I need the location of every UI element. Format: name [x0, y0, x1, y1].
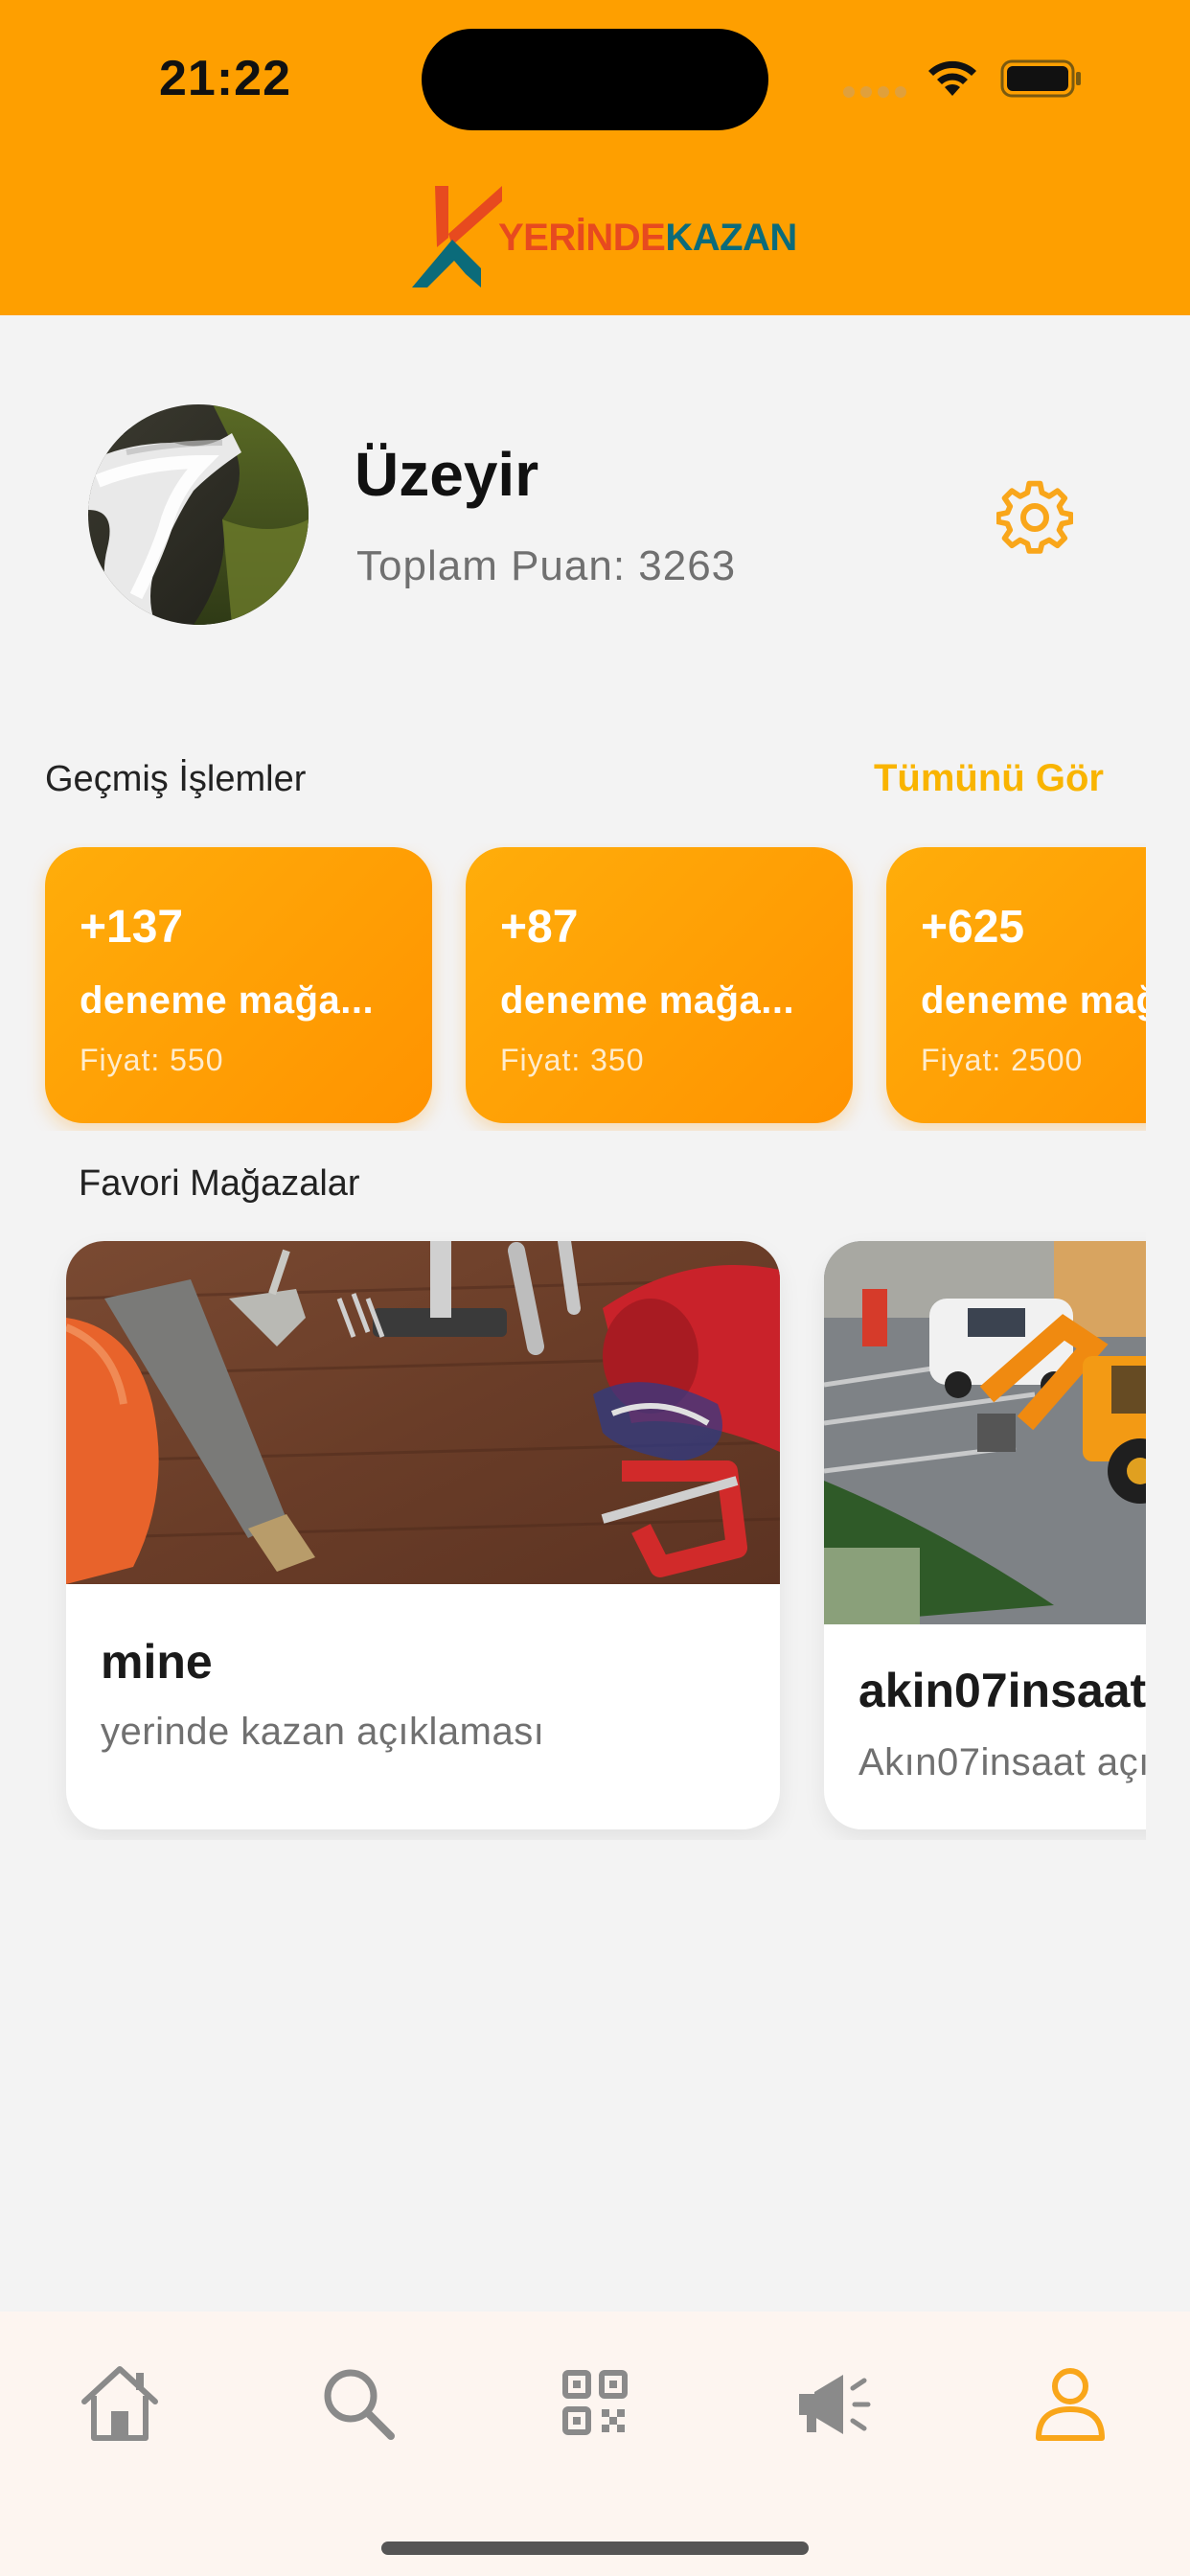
- avatar-image: [88, 404, 309, 625]
- history-price: Fiyat: 2500: [921, 1043, 1084, 1077]
- store-name: mine: [101, 1635, 213, 1689]
- history-card[interactable]: +137 deneme mağa... Fiyat: 550: [45, 847, 432, 1123]
- store-image: [824, 1241, 1146, 1624]
- brand-name-part2: KAZAN: [665, 217, 797, 259]
- see-all-link[interactable]: Tümünü Gör: [874, 757, 1104, 800]
- wifi-icon: [928, 60, 976, 96]
- settings-gear-icon[interactable]: [996, 479, 1073, 556]
- profile-name: Üzeyir: [355, 440, 539, 509]
- megaphone-icon[interactable]: [790, 2359, 876, 2446]
- history-card[interactable]: +87 deneme mağa... Fiyat: 350: [466, 847, 853, 1123]
- store-image: [66, 1241, 780, 1584]
- store-card[interactable]: mine yerinde kazan açıklaması: [66, 1241, 780, 1829]
- status-icons: [843, 56, 1092, 102]
- history-points: +87: [500, 902, 579, 953]
- avatar[interactable]: [88, 404, 309, 625]
- brand-logo: YERİNDEKAZAN: [410, 180, 797, 295]
- history-title: Geçmiş İşlemler: [45, 759, 307, 799]
- logo-mark-icon: [412, 186, 502, 288]
- history-price: Fiyat: 550: [80, 1043, 224, 1077]
- status-time: 21:22: [159, 51, 291, 106]
- history-store: deneme mağa...: [80, 979, 375, 1022]
- history-store: deneme mağa...: [921, 979, 1146, 1022]
- store-name: akin07insaat: [858, 1664, 1146, 1717]
- history-card[interactable]: +625 deneme mağa... Fiyat: 2500: [886, 847, 1146, 1123]
- battery-icon: [1000, 59, 1081, 98]
- total-points: Toplam Puan: 3263: [356, 542, 737, 589]
- store-description: yerinde kazan açıklaması: [101, 1711, 545, 1753]
- signal-icon: [843, 86, 906, 98]
- history-carousel[interactable]: +137 deneme mağa... Fiyat: 550 +87 denem…: [0, 843, 1146, 1131]
- user-icon[interactable]: [1027, 2359, 1113, 2446]
- history-store: deneme mağa...: [500, 979, 795, 1022]
- store-description: Akın07insaat açıklaması: [858, 1741, 1146, 1783]
- search-icon[interactable]: [314, 2359, 400, 2446]
- home-indicator: [381, 2542, 809, 2555]
- brand-name-part1: YERİNDE: [498, 217, 666, 259]
- favorites-title: Favori Mağazalar: [79, 1163, 360, 1204]
- qr-code-icon[interactable]: [552, 2359, 638, 2446]
- history-points: +625: [921, 902, 1025, 953]
- history-price: Fiyat: 350: [500, 1043, 645, 1077]
- home-icon[interactable]: [77, 2359, 163, 2446]
- brand-name: YERİNDEKAZAN: [498, 217, 797, 260]
- app-header: 21:22 YERİNDEKAZAN: [0, 0, 1190, 315]
- bottom-navigation: [0, 2312, 1190, 2576]
- dynamic-island: [422, 29, 768, 130]
- store-card[interactable]: akin07insaat Akın07insaat açıklaması: [824, 1241, 1146, 1829]
- history-points: +137: [80, 902, 184, 953]
- favorites-carousel[interactable]: mine yerinde kazan açıklaması akin07insa…: [0, 1227, 1146, 1840]
